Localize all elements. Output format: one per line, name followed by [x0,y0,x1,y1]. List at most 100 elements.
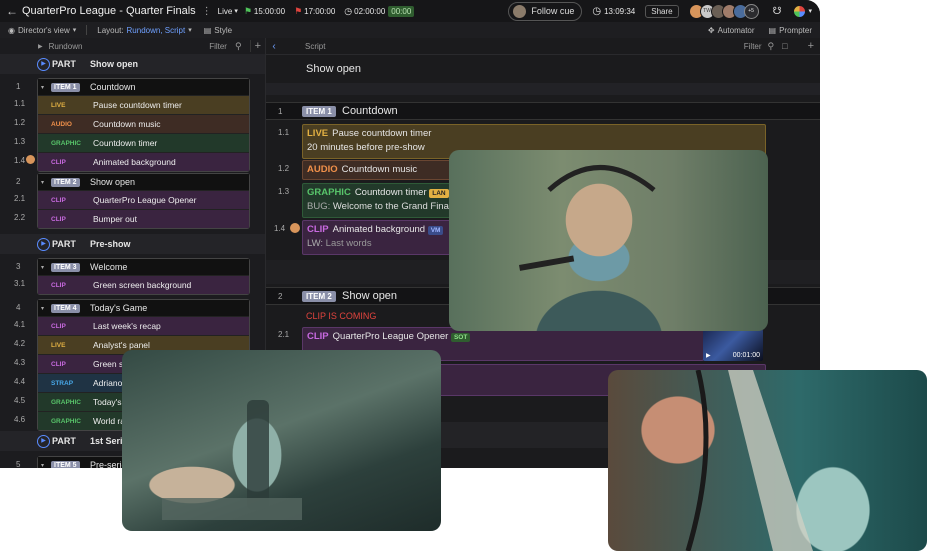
prompter-icon: ▤ [768,25,777,35]
subitem-text: Countdown music [93,119,161,129]
part-play-icon[interactable]: ▶ [37,434,50,448]
script-filter-button[interactable]: Filter [744,42,762,51]
rundown-subitem[interactable]: CLIP Animated background [38,152,249,171]
chevron-down-icon[interactable]: ▾ [41,179,44,186]
subitem-kind: CLIP [51,322,66,330]
chevron-down-icon[interactable]: ▾ [41,462,44,469]
rundown-title[interactable]: QuarterPro League - Quarter Finals [22,5,196,17]
add-icon[interactable]: + [249,40,261,52]
card-kind: CLIP [307,331,329,342]
chevron-down-icon: ▾ [72,27,77,34]
style-button[interactable]: Style [214,26,232,35]
subitem-number: 4.2 [14,339,26,348]
script-header-label: Script [305,41,326,51]
expand-icon[interactable]: ▶ [38,43,43,50]
chevron-down-icon[interactable]: ▾ [41,264,44,271]
rundown-item[interactable]: ▾ ITEM 1 Countdown LIVE Pause countdown time… [37,78,250,172]
search-icon[interactable]: ⚲ [768,41,775,52]
automator-button[interactable]: Automator [718,26,755,35]
chevron-down-icon[interactable]: ▾ [808,7,812,15]
card-kind: CLIP [307,224,329,235]
part-label: PART [52,436,76,446]
subitem-number: 3.1 [14,279,26,288]
subitem-kind: STRAP [51,379,74,387]
item-header[interactable]: ▾ ITEM 1 Countdown [38,79,249,95]
rundown-subitem[interactable]: CLIP Last week's recap [38,316,249,335]
subitem-number: 4.6 [14,415,26,424]
follow-cue-label: Follow cue [531,6,575,16]
note-value: Last words [325,238,372,249]
subitem-text: Pause countdown timer [93,100,182,110]
share-button[interactable]: Share [645,4,679,18]
layout-dropdown[interactable]: Rundown, Script [127,26,186,35]
duration-clock-icon: ◷ [344,5,353,16]
subitem-number: 4.4 [14,377,26,386]
photo-masked-gamer [449,150,768,331]
subitem-number: 2.1 [14,194,26,203]
prompter-button[interactable]: Prompter [779,26,812,35]
card-number: 1.1 [278,128,290,137]
rundown-subitem[interactable]: CLIP Green screen background [38,275,249,294]
add-icon[interactable]: + [808,40,814,52]
item-header[interactable]: ▾ ITEM 4 Today's Game [38,300,249,316]
follow-cue-button[interactable]: Follow cue [508,1,583,21]
script-item-1[interactable]: 1 ITEM 1 Countdown [266,102,820,120]
rundown-subitem[interactable]: AUDIO Countdown music [38,114,249,133]
item-header[interactable]: ▾ ITEM 3 Welcome [38,259,249,275]
clip-thumbnail[interactable]: ▶ 00:01:00 [703,329,763,361]
note-key: LW: [307,238,324,249]
script-header: ‹ Script Filter ⚲ □ + [266,38,820,55]
search-icon[interactable]: ⚲ [235,41,242,52]
item-header[interactable]: ▾ ITEM 2 Show open [38,174,249,190]
card-number: 1.4 [274,224,286,233]
collapse-left-icon[interactable]: ‹ [268,41,280,52]
view-dropdown[interactable]: Director's view [18,26,70,35]
item-tag: ITEM 3 [51,262,80,272]
script-divider [266,83,820,95]
card-badge: LAN [429,189,449,198]
photo-overlay [685,370,813,551]
photo-hands-desk [122,350,441,531]
chevron-down-icon: ▾ [234,8,238,15]
card-text: Countdown music [341,164,418,175]
bell-icon[interactable]: ☋ [773,6,782,17]
mode-dropdown[interactable]: Live ▾ [218,7,238,16]
rundown-item[interactable]: ▾ ITEM 3 Welcome CLIP Green screen backgroun… [37,258,250,295]
subitem-text: Green screen background [93,280,192,290]
rundown-subitem[interactable]: LIVE Pause countdown timer [38,95,249,114]
chevron-down-icon[interactable]: ▾ [41,305,44,312]
rundown-part[interactable]: ▶ PART Pre-show [0,234,265,254]
comment-icon[interactable]: □ [782,41,787,51]
profile-avatar[interactable] [793,4,807,18]
rundown-item[interactable]: ▾ ITEM 2 Show open CLIP QuarterPro League Op… [37,173,250,229]
rundown-subitem[interactable]: CLIP QuarterPro League Opener [38,190,249,209]
part-play-icon[interactable]: ▶ [37,237,50,251]
assignee-avatar [26,155,35,164]
rundown-part[interactable]: ▶ PART Show open [0,54,265,74]
photo-overlay [162,400,302,520]
subitem-text: Bumper out [93,214,137,224]
start-time[interactable]: 15:00:00 [254,7,285,16]
part-play-icon[interactable]: ▶ [37,57,50,71]
subitem-number: 1.2 [14,118,26,127]
subitem-number: 4.1 [14,320,26,329]
avatar-initials: TW [703,7,711,14]
user-avatar [512,3,528,19]
subitem-kind: GRAPHIC [51,417,81,425]
rundown-subitem[interactable]: GRAPHIC Countdown timer [38,133,249,152]
more-menu-icon[interactable]: ⋮ [202,6,212,17]
rundown-subitem[interactable]: CLIP Bumper out [38,209,249,228]
rundown-filter-button[interactable]: Filter [209,42,227,51]
thumb-duration: 00:01:00 [732,352,760,359]
subitem-kind: CLIP [51,196,66,204]
item-title: Today's Game [90,303,148,313]
duration-value: 02:00:00 [354,6,386,16]
subitem-number: 2.2 [14,213,26,222]
script-part-title: Show open [306,63,362,75]
back-icon[interactable]: ← [6,4,18,18]
card-text: Pause countdown timer [332,128,432,139]
play-icon[interactable]: ▶ [706,352,711,359]
chevron-down-icon[interactable]: ▾ [41,84,44,91]
end-time[interactable]: 17:00:00 [304,7,335,16]
collaborator-avatars[interactable]: TW +5 [688,3,759,19]
